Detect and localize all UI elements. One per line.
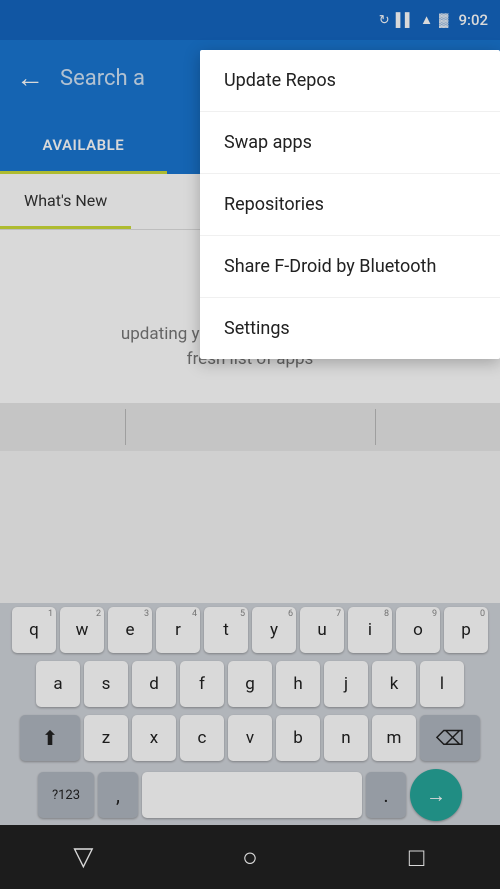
menu-item-update-repos[interactable]: Update Repos <box>200 50 500 112</box>
menu-item-settings[interactable]: Settings <box>200 298 500 359</box>
menu-item-share-fdroid[interactable]: Share F-Droid by Bluetooth <box>200 236 500 298</box>
menu-item-repositories[interactable]: Repositories <box>200 174 500 236</box>
menu-item-swap-apps[interactable]: Swap apps <box>200 112 500 174</box>
dropdown-menu: Update Repos Swap apps Repositories Shar… <box>200 50 500 359</box>
